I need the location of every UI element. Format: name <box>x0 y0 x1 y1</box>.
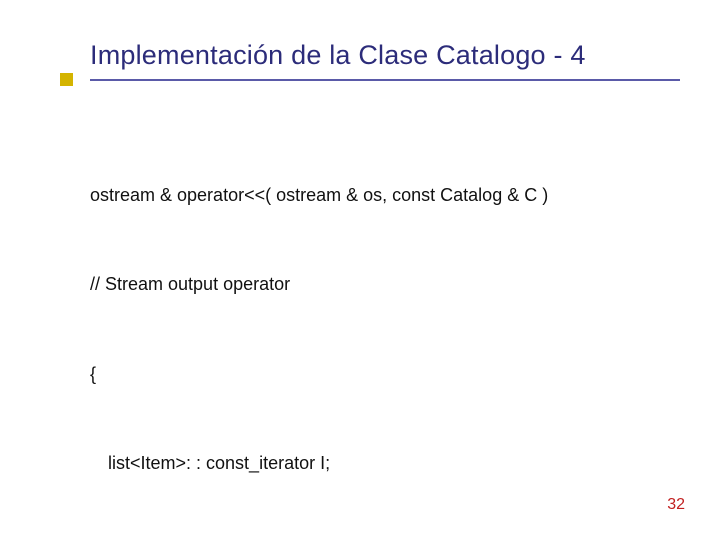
code-line: // Stream output operator <box>90 270 585 300</box>
code-block: ostream & operator<<( ostream & os, cons… <box>90 122 585 540</box>
code-line: { <box>90 360 585 390</box>
title-underline <box>90 79 680 81</box>
code-line: ostream & operator<<( ostream & os, cons… <box>90 181 585 211</box>
page-number: 32 <box>667 496 685 514</box>
slide: Implementación de la Clase Catalogo - 4 … <box>0 0 720 540</box>
title-block: Implementación de la Clase Catalogo - 4 <box>90 40 680 81</box>
code-line: list<Item>: : const_iterator I; <box>90 449 585 479</box>
slide-title: Implementación de la Clase Catalogo - 4 <box>90 40 680 71</box>
title-accent-square <box>60 73 73 86</box>
